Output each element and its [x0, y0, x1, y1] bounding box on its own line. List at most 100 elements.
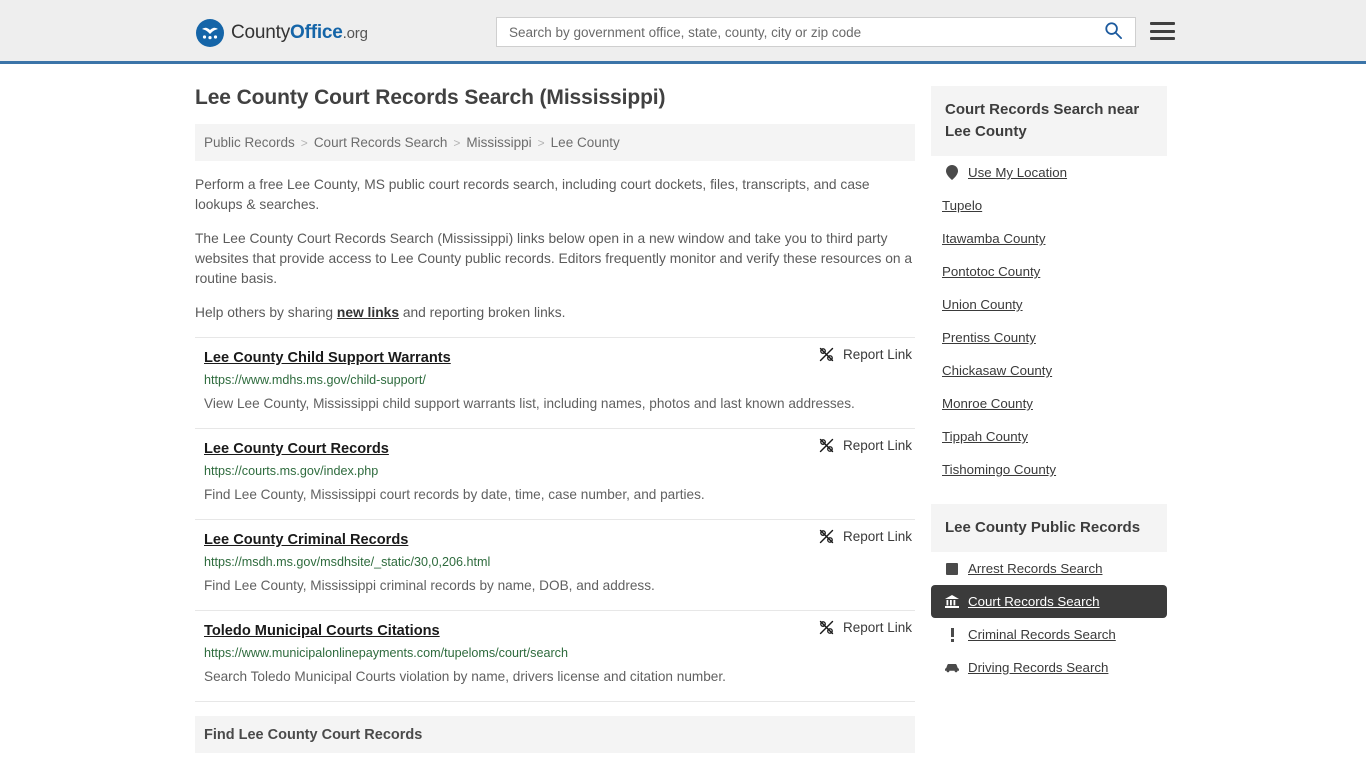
result-description: Search Toledo Municipal Courts violation… — [204, 669, 726, 684]
logo-text: CountyOffice.org — [231, 22, 368, 44]
sidebar-nearby-link[interactable]: Pontotoc County — [942, 264, 1040, 279]
sidebar-public-records-link[interactable]: Criminal Records Search — [968, 627, 1116, 642]
result-url: https://www.mdhs.ms.gov/child-support/ — [204, 373, 426, 387]
sidebar-public-records-link[interactable]: Driving Records Search — [968, 660, 1108, 675]
sidebar-nearby-row[interactable]: Prentiss County — [931, 321, 1167, 354]
content-container: Lee County Court Records Search (Mississ… — [195, 64, 1171, 753]
sidebar-nearby-row[interactable]: Tishomingo County — [931, 453, 1167, 486]
exclamation-icon — [945, 627, 959, 642]
sidebar-public-records-row[interactable]: Arrest Records Search — [931, 552, 1167, 585]
broken-link-icon — [819, 529, 834, 544]
result-item: Lee County Child Support Warrants https:/… — [195, 337, 915, 429]
sidebar-nearby-row[interactable]: Union County — [931, 288, 1167, 321]
page-title: Lee County Court Records Search (Mississ… — [195, 86, 666, 109]
report-link-button[interactable]: Report Link — [819, 438, 912, 453]
search-button[interactable] — [1091, 18, 1135, 46]
breadcrumb: Public Records > Court Records Search > … — [195, 124, 915, 161]
intro-paragraph-2: The Lee County Court Records Search (Mis… — [195, 231, 913, 286]
hamburger-bar — [1150, 22, 1175, 25]
logo-text-office: Office — [290, 22, 343, 43]
report-link-label: Report Link — [842, 620, 912, 635]
result-url: https://www.municipalonlinepayments.com/… — [204, 646, 568, 660]
result-url: https://msdh.ms.gov/msdhsite/_static/30,… — [204, 555, 491, 569]
intro-paragraph-1: Perform a free Lee County, MS public cou… — [195, 177, 870, 212]
search-bar[interactable] — [496, 17, 1136, 47]
courthouse-icon — [945, 595, 959, 608]
breadcrumb-separator: > — [453, 135, 461, 150]
sidebar-public-records-row[interactable]: Court Records Search — [931, 585, 1167, 618]
site-logo[interactable]: CountyOffice.org — [196, 19, 368, 47]
breadcrumb-separator: > — [537, 135, 545, 150]
sidebar-nearby-row[interactable]: Monroe County — [931, 387, 1167, 420]
sidebar-nearby-row[interactable]: Use My Location — [931, 156, 1167, 189]
sidebar-nearby-item: Use My Location — [931, 156, 1167, 189]
sidebar-public-records-row[interactable]: Criminal Records Search — [931, 618, 1167, 651]
sidebar-public-records-link[interactable]: Arrest Records Search — [968, 561, 1103, 576]
square-icon — [945, 562, 959, 575]
search-icon — [1104, 21, 1123, 43]
eagle-seal-icon — [196, 19, 224, 47]
result-title-link[interactable]: Lee County Child Support Warrants — [204, 350, 451, 366]
breadcrumb-item-lee-county[interactable]: Lee County — [551, 135, 620, 150]
breadcrumb-item-public-records[interactable]: Public Records — [204, 135, 295, 150]
sidebar-nearby-item: Monroe County — [931, 387, 1167, 420]
find-records-section-header: Find Lee County Court Records — [195, 716, 915, 753]
site-header: CountyOffice.org — [0, 0, 1366, 64]
report-link-button[interactable]: Report Link — [819, 620, 912, 635]
sidebar-public-records-link[interactable]: Court Records Search — [968, 594, 1100, 609]
sidebar-nearby-item: Union County — [931, 288, 1167, 321]
search-input[interactable] — [497, 18, 1091, 46]
result-title-link[interactable]: Lee County Court Records — [204, 441, 389, 457]
sidebar-nearby-link[interactable]: Monroe County — [942, 396, 1033, 411]
result-description: View Lee County, Mississippi child suppo… — [204, 396, 855, 411]
sidebar-nearby-item: Chickasaw County — [931, 354, 1167, 387]
sidebar-nearby-heading: Court Records Search near Lee County — [931, 86, 1167, 156]
sidebar-nearby-item: Tupelo — [931, 189, 1167, 222]
sidebar-nearby-link[interactable]: Use My Location — [968, 165, 1067, 180]
result-title-link[interactable]: Toledo Municipal Courts Citations — [204, 623, 440, 639]
sidebar: Court Records Search near Lee County Use… — [931, 86, 1167, 753]
sidebar-nearby-item: Pontotoc County — [931, 255, 1167, 288]
page-body: Lee County Court Records Search (Mississ… — [0, 64, 1366, 753]
result-description: Find Lee County, Mississippi criminal re… — [204, 578, 655, 593]
sidebar-nearby-link[interactable]: Tippah County — [942, 429, 1028, 444]
logo-text-org: .org — [342, 25, 368, 42]
intro-paragraph-3: Help others by sharing new links and rep… — [195, 303, 915, 323]
sidebar-nearby-row[interactable]: Pontotoc County — [931, 255, 1167, 288]
sidebar-nearby-link[interactable]: Itawamba County — [942, 231, 1045, 246]
result-item: Lee County Criminal Records https://msdh.… — [195, 520, 915, 611]
breadcrumb-item-court-records-search[interactable]: Court Records Search — [314, 135, 448, 150]
report-link-label: Report Link — [842, 347, 912, 362]
hamburger-menu-icon[interactable] — [1150, 20, 1175, 42]
sidebar-nearby-row[interactable]: Chickasaw County — [931, 354, 1167, 387]
sidebar-nearby-row[interactable]: Tippah County — [931, 420, 1167, 453]
sidebar-nearby-link[interactable]: Tishomingo County — [942, 462, 1056, 477]
car-icon — [945, 662, 959, 673]
sidebar-public-records-item: Arrest Records Search — [931, 552, 1167, 585]
sidebar-public-records-heading: Lee County Public Records — [931, 504, 1167, 552]
sidebar-public-records-item: Criminal Records Search — [931, 618, 1167, 651]
broken-link-icon — [819, 620, 834, 635]
result-item: Toledo Municipal Courts Citations https:/… — [195, 611, 915, 702]
result-item: Lee County Court Records https://courts.m… — [195, 429, 915, 520]
sidebar-nearby-link[interactable]: Chickasaw County — [942, 363, 1052, 378]
sidebar-public-records-list: Arrest Records Search Court Records Searc… — [931, 552, 1167, 684]
sidebar-nearby-list: Use My Location Tupelo Itawamba County Pont… — [931, 156, 1167, 486]
result-title-link[interactable]: Lee County Criminal Records — [204, 532, 408, 548]
sidebar-nearby-row[interactable]: Tupelo — [931, 189, 1167, 222]
report-link-button[interactable]: Report Link — [819, 529, 912, 544]
logo-text-county: County — [231, 22, 291, 43]
sidebar-nearby-link[interactable]: Tupelo — [942, 198, 982, 213]
sidebar-nearby-row[interactable]: Itawamba County — [931, 222, 1167, 255]
sidebar-public-records-row[interactable]: Driving Records Search — [931, 651, 1167, 684]
report-link-button[interactable]: Report Link — [819, 347, 912, 362]
breadcrumb-separator: > — [300, 135, 308, 150]
sidebar-public-records-block: Lee County Public Records Arrest Records… — [931, 504, 1167, 684]
new-links-link[interactable]: new links — [337, 305, 399, 320]
report-link-label: Report Link — [842, 438, 912, 453]
result-description: Find Lee County, Mississippi court recor… — [204, 487, 705, 502]
sidebar-nearby-link[interactable]: Union County — [942, 297, 1023, 312]
breadcrumb-item-mississippi[interactable]: Mississippi — [466, 135, 531, 150]
sidebar-nearby-link[interactable]: Prentiss County — [942, 330, 1036, 345]
main-column: Lee County Court Records Search (Mississ… — [195, 86, 915, 753]
